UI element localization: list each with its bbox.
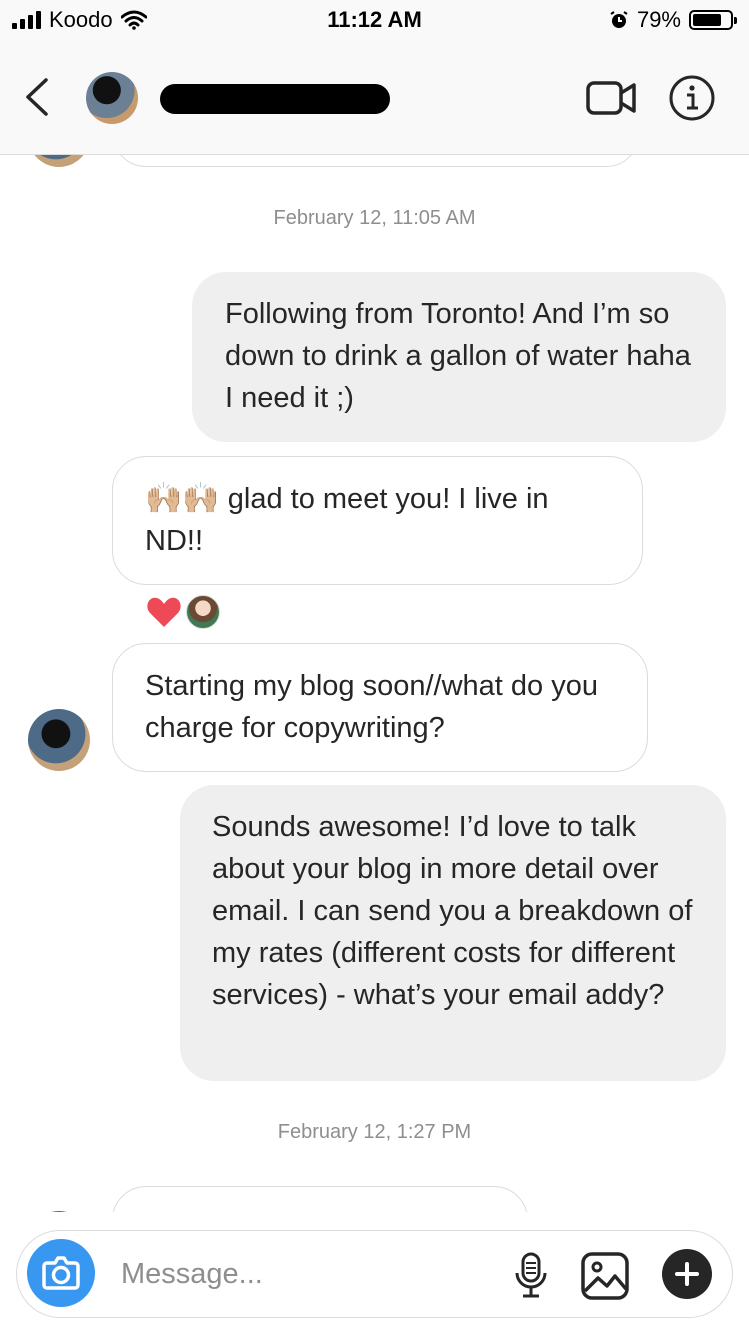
- message-bubble-incoming[interactable]: Starting my blog soon//what do you charg…: [112, 643, 648, 772]
- contact-avatar[interactable]: [86, 72, 138, 124]
- sender-avatar[interactable]: [28, 709, 90, 771]
- raised-hands-emoji: 🙌🏼🙌🏼: [145, 481, 220, 516]
- message-thread[interactable]: February 12, 11:05 AM Following from Tor…: [0, 155, 749, 1212]
- gallery-icon[interactable]: [580, 1251, 630, 1301]
- message-text: Sounds awesome! I’d love to talk about y…: [212, 811, 693, 1011]
- status-right: 79%: [609, 7, 737, 33]
- message-bubble-outgoing[interactable]: Sounds awesome! I’d love to talk about y…: [180, 785, 726, 1081]
- video-camera-icon[interactable]: [585, 78, 637, 118]
- sender-avatar[interactable]: [28, 1211, 90, 1212]
- message-composer: [16, 1230, 733, 1318]
- alarm-icon: [610, 11, 628, 28]
- timestamp: February 12, 11:05 AM: [273, 207, 476, 229]
- back-chevron-icon[interactable]: [18, 72, 58, 122]
- message-bubble-incoming[interactable]: 🙌🏼🙌🏼 glad to meet you! I live in ND!!: [112, 456, 643, 585]
- contact-name-redacted[interactable]: [160, 84, 390, 114]
- message-text: Starting my blog soon//what do you charg…: [145, 670, 598, 744]
- battery-percent: 79%: [636, 7, 681, 32]
- camera-icon: [42, 1256, 80, 1290]
- message-bubble-partial[interactable]: [112, 1186, 528, 1212]
- sender-avatar[interactable]: [28, 155, 90, 167]
- message-input[interactable]: [119, 1249, 483, 1299]
- plus-button[interactable]: [662, 1249, 712, 1299]
- heart-icon[interactable]: [146, 595, 182, 629]
- microphone-icon[interactable]: [511, 1251, 551, 1299]
- chat-header: [0, 42, 749, 155]
- battery-icon: [689, 10, 737, 30]
- info-icon[interactable]: [668, 74, 716, 122]
- message-bubble-outgoing[interactable]: Following from Toronto! And I’m so down …: [192, 272, 726, 442]
- battery-fill: [693, 14, 721, 26]
- message-text: Following from Toronto! And I’m so down …: [225, 298, 691, 414]
- plus-icon: [675, 1262, 699, 1286]
- message-bubble-partial[interactable]: [112, 155, 640, 167]
- status-bar: Koodo 11:12 AM 79%: [0, 0, 749, 42]
- camera-button[interactable]: [27, 1239, 95, 1307]
- reaction-avatar[interactable]: [186, 595, 220, 629]
- timestamp: February 12, 1:27 PM: [277, 1121, 472, 1143]
